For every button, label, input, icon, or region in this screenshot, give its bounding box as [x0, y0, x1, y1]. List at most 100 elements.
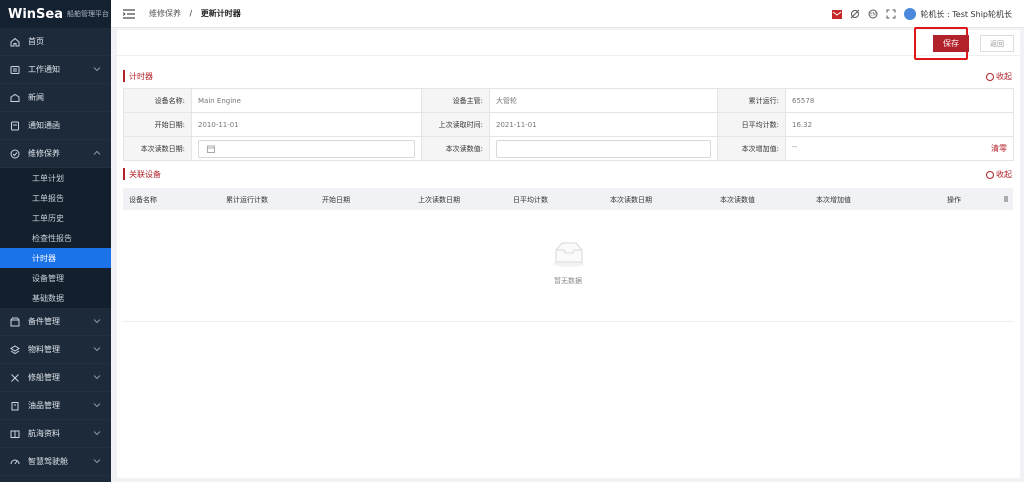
chevron-down-icon — [93, 375, 101, 380]
book-icon — [10, 429, 20, 439]
field-label: 本次读数值: — [421, 136, 490, 161]
submenu-item-equipment[interactable]: 设备管理 — [0, 268, 111, 288]
reading-date-cell — [191, 136, 422, 161]
field-label: 本次读数日期: — [123, 136, 192, 161]
location-off-icon[interactable] — [850, 9, 860, 19]
column-header: 开始日期 — [322, 196, 350, 204]
section-accent-bar — [123, 70, 125, 82]
column-settings-icon[interactable] — [1003, 195, 1009, 205]
submenu-item-inspection-report[interactable]: 检查性报告 — [0, 228, 111, 248]
chevron-down-icon — [93, 431, 101, 436]
form-row: 开始日期: 2010-11-01 上次读取时间: 2021-11-01 日平均计… — [123, 112, 1014, 137]
breadcrumb: 维修保养 / 更新计时器 — [149, 8, 241, 19]
list-icon — [10, 65, 20, 75]
fullscreen-icon[interactable] — [886, 9, 896, 19]
sidebar-item-materials[interactable]: 物料管理 — [0, 336, 111, 364]
sidebar-item-label: 新闻 — [28, 93, 44, 102]
language-icon[interactable]: EN — [868, 9, 878, 19]
section-title: 关联设备 — [129, 170, 161, 179]
submenu-item-work-history[interactable]: 工单历史 — [0, 208, 111, 228]
collapse-label: 收起 — [996, 72, 1012, 81]
sidebar-item-ship-repair[interactable]: 修船管理 — [0, 364, 111, 392]
sidebar-item-label: 通知通函 — [28, 121, 60, 130]
avatar — [904, 8, 917, 20]
chevron-down-icon — [93, 67, 101, 72]
clear-link[interactable]: 清零 — [991, 143, 1007, 154]
action-bar: 保存 返回 — [117, 27, 1020, 60]
increase-value-cell: -- 清零 — [785, 136, 1014, 161]
user-menu[interactable]: 轮机长 : Test Ship轮机长 — [904, 8, 1012, 20]
user-name: 轮机长 : Test Ship轮机长 — [920, 9, 1012, 19]
breadcrumb-current: 更新计时器 — [200, 9, 241, 18]
sidebar-item-label: 首页 — [28, 37, 44, 46]
submenu-item-work-report[interactable]: 工单报告 — [0, 188, 111, 208]
increase-value: -- — [792, 143, 798, 151]
dashboard-icon — [10, 457, 20, 467]
sidebar-item-label: 维修保养 — [28, 149, 60, 158]
chevron-up-icon — [93, 150, 101, 155]
table-header: 设备名称 累计运行计数 开始日期 上次读数日期 日平均计数 本次读数日期 本次读… — [123, 188, 1013, 210]
sidebar-item-label: 工作通知 — [28, 65, 60, 74]
collapse-toggle[interactable]: 收起 — [986, 71, 1012, 82]
check-circle-icon — [10, 149, 20, 159]
field-label: 上次读取时间: — [421, 112, 490, 137]
menu-fold-icon[interactable] — [123, 8, 135, 19]
submenu-item-counter[interactable]: 计时器 — [0, 248, 111, 268]
mail-icon[interactable] — [832, 9, 843, 19]
brand-logo: WinSea — [8, 6, 64, 22]
field-label: 设备名称: — [123, 88, 192, 113]
sidebar-item-home[interactable]: 首页 — [0, 28, 111, 56]
home-icon — [10, 37, 20, 47]
sidebar-item-label: 航海资料 — [28, 429, 60, 438]
form-row: 本次读数日期: 本次读数值: 本次增加值: -- 清零 — [123, 136, 1014, 161]
chevron-down-icon — [93, 403, 101, 408]
main-content: 保存 返回 计时器 收起 设备名称: Main Engine 设备主管: 大管轮… — [117, 27, 1020, 478]
section-title: 计时器 — [129, 72, 153, 81]
sidebar-item-label: 油品管理 — [28, 401, 60, 410]
chevron-down-icon — [93, 347, 101, 352]
field-label: 累计运行: — [717, 88, 786, 113]
sidebar-item-work-notice[interactable]: 工作通知 — [0, 56, 111, 84]
save-button[interactable]: 保存 — [933, 35, 969, 52]
brand: WinSea 船舶管理平台 — [0, 0, 111, 28]
counter-section-header: 计时器 收起 — [117, 68, 1020, 86]
column-header: 上次读数日期 — [418, 196, 460, 204]
related-section-header: 关联设备 收起 — [117, 166, 1020, 184]
reading-value-cell — [489, 136, 718, 161]
svg-text:EN: EN — [871, 12, 877, 17]
document-icon — [10, 121, 20, 131]
collapse-icon — [986, 170, 994, 179]
sidebar: WinSea 船舶管理平台 首页 工作通知 新闻 通知通函 维修保养 工单计划 … — [0, 0, 111, 482]
submenu-item-work-plan[interactable]: 工单计划 — [0, 168, 111, 188]
collapse-toggle[interactable]: 收起 — [986, 169, 1012, 180]
sidebar-item-smart-cockpit[interactable]: 智慧驾驶舱 — [0, 448, 111, 476]
maintenance-submenu: 工单计划 工单报告 工单历史 检查性报告 计时器 设备管理 基础数据 — [0, 168, 111, 308]
field-label: 日平均计数: — [717, 112, 786, 137]
daily-average-value: 16.32 — [785, 112, 1014, 137]
form-row: 设备名称: Main Engine 设备主管: 大管轮 累计运行: 65578 — [123, 88, 1014, 113]
column-header: 日平均计数 — [513, 196, 548, 204]
sidebar-item-oil[interactable]: 油品管理 — [0, 392, 111, 420]
sidebar-item-label: 智慧驾驶舱 — [28, 457, 68, 466]
sidebar-item-news[interactable]: 新闻 — [0, 84, 111, 112]
oil-icon — [10, 401, 20, 411]
sidebar-item-nautical[interactable]: 航海资料 — [0, 420, 111, 448]
reading-value-input[interactable] — [496, 139, 711, 158]
equipment-name-value: Main Engine — [191, 88, 422, 113]
empty-state: 暂无数据 — [123, 210, 1013, 322]
submenu-item-base-data[interactable]: 基础数据 — [0, 288, 111, 308]
chevron-down-icon — [93, 459, 101, 464]
column-header: 本次读数值 — [720, 196, 755, 204]
sidebar-item-maintenance[interactable]: 维修保养 — [0, 140, 111, 168]
sidebar-item-spare-parts[interactable]: 备件管理 — [0, 308, 111, 336]
breadcrumb-separator: / — [189, 9, 193, 18]
reading-date-input[interactable] — [198, 139, 415, 158]
breadcrumb-parent[interactable]: 维修保养 — [149, 9, 181, 18]
back-button[interactable]: 返回 — [980, 35, 1014, 52]
sidebar-item-notice-circular[interactable]: 通知通函 — [0, 112, 111, 140]
news-icon — [10, 93, 20, 103]
empty-box-icon — [553, 242, 585, 267]
collapse-label: 收起 — [996, 170, 1012, 179]
column-header: 本次增加值 — [816, 196, 851, 204]
counter-form: 设备名称: Main Engine 设备主管: 大管轮 累计运行: 65578 … — [123, 88, 1014, 161]
